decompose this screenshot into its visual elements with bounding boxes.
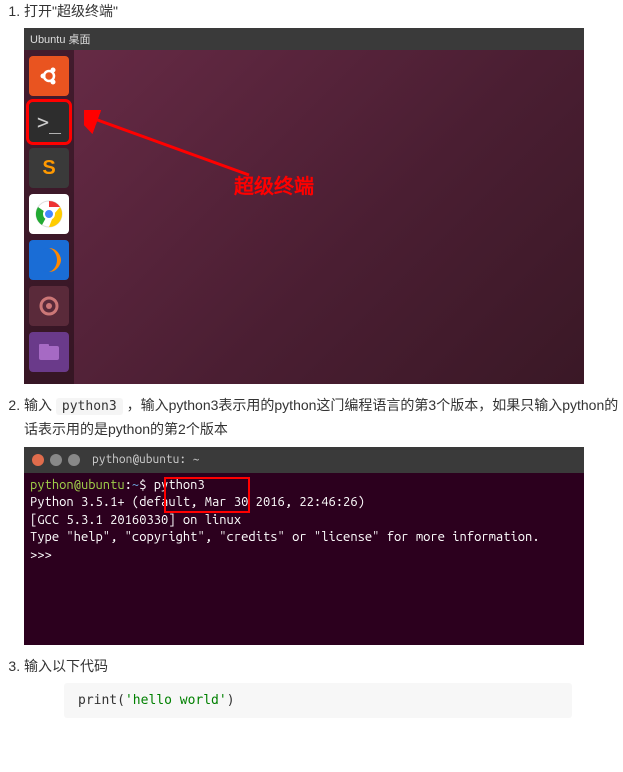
terminal-title: python@ubuntu: ~	[92, 453, 200, 466]
sublime-icon: S	[29, 148, 69, 188]
files-icon	[29, 332, 69, 372]
step-2-text: 输入 python3 ，输入python3表示用的python这门编程语言的第3…	[24, 394, 623, 440]
terminal-titlebar: python@ubuntu: ~	[24, 447, 584, 473]
code-block: print('hello world')	[64, 683, 572, 718]
annotation-arrow	[84, 110, 254, 180]
inline-code: python3	[56, 398, 123, 415]
step-1: 打开"超级终端" Ubuntu 桌面 >_ S 超级终端	[24, 0, 623, 384]
ubuntu-menubar: Ubuntu 桌面	[24, 28, 584, 50]
terminal-body: python@ubuntu:~$ python3 Python 3.5.1+ (…	[24, 473, 584, 569]
firefox-icon	[29, 240, 69, 280]
terminal-screenshot: python@ubuntu: ~ python@ubuntu:~$ python…	[24, 447, 584, 645]
step-2: 输入 python3 ，输入python3表示用的python这门编程语言的第3…	[24, 394, 623, 644]
step-1-text: 打开"超级终端"	[24, 0, 623, 22]
step-3: 输入以下代码 print('hello world')	[24, 655, 623, 718]
dash-icon	[29, 56, 69, 96]
maximize-icon	[68, 454, 80, 466]
ubuntu-launcher: >_ S	[24, 50, 74, 384]
settings-icon	[29, 286, 69, 326]
terminal-icon: >_	[29, 102, 69, 142]
close-icon	[32, 454, 44, 466]
step-3-text: 输入以下代码	[24, 655, 623, 677]
annotation-label: 超级终端	[234, 170, 314, 199]
ubuntu-desktop-screenshot: Ubuntu 桌面 >_ S 超级终端	[24, 28, 584, 384]
minimize-icon	[50, 454, 62, 466]
chrome-icon	[29, 194, 69, 234]
